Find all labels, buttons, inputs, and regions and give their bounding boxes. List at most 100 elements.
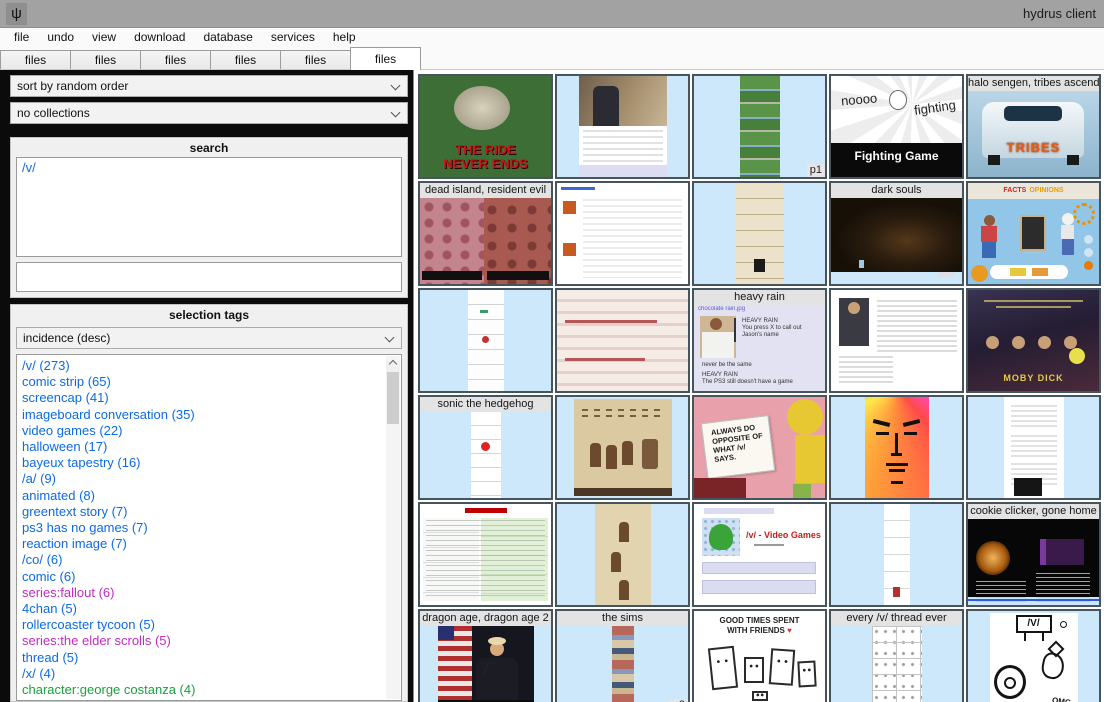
thumbnail-dead-island[interactable]: dead island, resident evil (418, 181, 553, 286)
thumbnail-photo-text-screencap[interactable] (829, 288, 964, 393)
thumbnail-bw-comic[interactable] (966, 395, 1101, 500)
tag-list-item[interactable]: /co/ (6) (22, 552, 383, 568)
thumbnail-image (557, 290, 688, 391)
window-title: hydrus client (1023, 0, 1096, 28)
search-predicate-list[interactable]: /v/ (16, 157, 402, 257)
tab-files-2[interactable]: files (70, 50, 141, 70)
tag-list-item[interactable]: animated (8) (22, 488, 383, 504)
tag-list-item[interactable]: halloween (17) (22, 439, 383, 455)
thumbnail-the-sims[interactable]: the sims p3 (555, 609, 690, 702)
tag-list-item[interactable]: rollercoaster tycoon (5) (22, 617, 383, 633)
thumbnail-caption: every /v/ thread ever (831, 611, 962, 626)
scrollbar-thumb[interactable] (387, 372, 399, 424)
collect-dropdown[interactable]: no collections (10, 102, 408, 124)
chevron-down-icon (391, 108, 401, 118)
thumbnail-ride-never-ends[interactable]: THE RIDENEVER ENDS (418, 74, 553, 179)
hydrus-app-icon: ψ (6, 3, 27, 25)
thumbnail-image (884, 504, 910, 605)
tab-files-3[interactable]: files (140, 50, 211, 70)
thumbnail-cookie-clicker[interactable]: cookie clicker, gone home (966, 502, 1101, 607)
menu-bar: file undo view download database service… (0, 28, 1104, 47)
sort-dropdown[interactable]: sort by random order (10, 75, 408, 97)
thumbnail-image (831, 290, 962, 391)
thumbnail-caption: dead island, resident evil (420, 183, 551, 198)
thumbnail-tribes-ascend[interactable]: TRIBES halo sengen, tribes ascend (966, 74, 1101, 179)
tag-list-item[interactable]: imageboard conversation (35) (22, 407, 383, 423)
thumbnail-image (574, 399, 672, 496)
thumbnail-imageboard-screencap[interactable] (555, 181, 690, 286)
tag-list-item[interactable]: video games (22) (22, 423, 383, 439)
menu-help[interactable]: help (324, 28, 365, 47)
thumbnail-rainbow-face[interactable] (829, 395, 964, 500)
tag-list-scrollbar[interactable] (386, 356, 400, 699)
tag-list-item[interactable]: series:the elder scrolls (5) (22, 633, 383, 649)
thumbnail-homer-note[interactable]: ALWAYS DOOPPOSITE OF WHAT /v/SAYS. (692, 395, 827, 500)
thumbnail-image (579, 76, 667, 177)
thumbnail-comic-strip-narrow[interactable] (418, 288, 553, 393)
tag-list-item[interactable]: bayeux tapestry (16) (22, 455, 383, 471)
tag-sort-dropdown[interactable]: incidence (desc) (16, 327, 402, 349)
thumbnail-tapestry-strip[interactable] (555, 502, 690, 607)
thumbnail-image (865, 397, 929, 498)
selection-tags-header: selection tags (16, 307, 402, 324)
tag-list-item[interactable]: screencap (41) (22, 390, 383, 406)
tag-list-item[interactable]: series:fallout (6) (22, 585, 383, 601)
tag-list-item[interactable]: reaction image (7) (22, 536, 383, 552)
thumbnail-arthur-facts-opinions[interactable]: FACTSOPINIONS (966, 181, 1101, 286)
thumbnail-caption: cookie clicker, gone home (968, 504, 1099, 519)
tag-list-item[interactable]: comic (6) (22, 569, 383, 585)
thumbnail-white-strip[interactable] (829, 502, 964, 607)
tab-files-1[interactable]: files (0, 50, 71, 70)
menu-file[interactable]: file (5, 28, 38, 47)
menu-services[interactable]: services (262, 28, 324, 47)
sort-dropdown-value: sort by random order (17, 79, 128, 93)
thumbnail-sonic[interactable]: sonic the hedgehog (418, 395, 553, 500)
thumbnail-photo-screencap[interactable] (555, 74, 690, 179)
tag-list-item[interactable]: thread (5) (22, 650, 383, 666)
tag-list-item[interactable]: ps3 has no games (7) (22, 520, 383, 536)
tab-files-4[interactable]: files (210, 50, 281, 70)
chevron-down-icon (391, 81, 401, 91)
thumbnail-dark-souls[interactable]: dark souls (829, 181, 964, 286)
tag-list-item[interactable]: comic strip (65) (22, 374, 383, 390)
thumbnail-image: THE RIDENEVER ENDS (420, 76, 551, 177)
thumbnail-rct-strip[interactable]: p1 (692, 74, 827, 179)
thumbnail-image: /v/ - Video Games (694, 504, 825, 605)
thumbnail-image: FACTSOPINIONS (968, 183, 1099, 284)
tag-list-item[interactable]: /a/ (9) (22, 471, 383, 487)
management-panel: sort by random order no collections sear… (0, 70, 414, 702)
thumbnail-heavy-rain[interactable]: chocolate rain.jpg HEAVY RAINYou press X… (692, 288, 827, 393)
thumbnail-caption: halo sengen, tribes ascend (968, 76, 1099, 91)
thumbnail-greentext-table[interactable] (418, 502, 553, 607)
tag-list-item[interactable]: /x/ (4) (22, 666, 383, 682)
thumbnail-grid-panel: THE RIDENEVER ENDS p1 noooo fighting Fi (414, 70, 1104, 702)
thumbnail-caption: dragon age, dragon age 2 (420, 611, 551, 626)
thumbnail-comic-strip-tall[interactable] (692, 181, 827, 286)
tag-autocomplete-input[interactable] (16, 262, 402, 292)
tab-files-5[interactable]: files (280, 50, 351, 70)
thumbnail-v-doodle[interactable]: /V/ OMG (966, 609, 1101, 702)
menu-database[interactable]: database (194, 28, 261, 47)
thumbnail-bayeux-tapestry[interactable] (555, 395, 690, 500)
tab-strip: files files files files files files (0, 47, 1104, 70)
menu-view[interactable]: view (83, 28, 125, 47)
thumbnail-moby-dick[interactable]: MOBY DICK (966, 288, 1101, 393)
thumbnail-v-video-games[interactable]: /v/ - Video Games (692, 502, 827, 607)
menu-undo[interactable]: undo (38, 28, 83, 47)
tag-list-item[interactable]: greentext story (7) (22, 504, 383, 520)
thumbnail-image: /V/ OMG (990, 613, 1078, 702)
tag-list-item[interactable]: character:george costanza (4) (22, 682, 383, 698)
thumbnail-fighting-game-general[interactable]: noooo fighting Fighting Game General (829, 74, 964, 179)
tag-list-item[interactable]: 4chan (5) (22, 601, 383, 617)
title-bar: ψ hydrus client (0, 0, 1104, 28)
search-predicate[interactable]: /v/ (22, 160, 396, 176)
thumbnail-dragon-age[interactable]: dragon age, dragon age 2 (418, 609, 553, 702)
thumbnail-image (420, 183, 551, 284)
thumbnail-good-times-with-friends[interactable]: GOOD TIMES SPENT WITH FRIENDS ♥ (692, 609, 827, 702)
menu-download[interactable]: download (125, 28, 194, 47)
thumbnail-every-v-thread[interactable]: every /v/ thread ever (829, 609, 964, 702)
tag-list-item[interactable]: /v/ (273) (22, 358, 383, 374)
thumbnail-pink-conversation[interactable] (555, 288, 690, 393)
tab-files-6-active[interactable]: files (350, 47, 421, 70)
tag-list[interactable]: /v/ (273)comic strip (65)screencap (41)i… (16, 354, 402, 701)
